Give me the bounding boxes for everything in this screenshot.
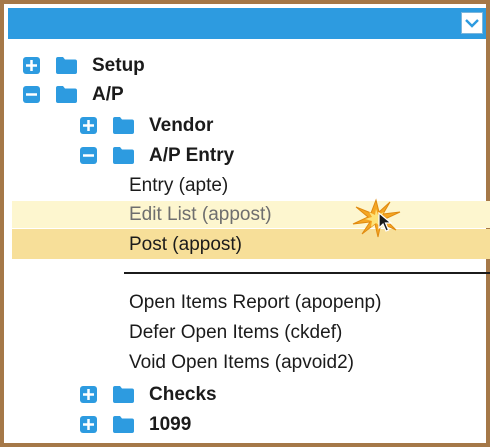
- folder-icon: [56, 86, 77, 103]
- click-burst-icon: [352, 198, 401, 238]
- chevron-down-icon: [465, 19, 479, 28]
- menu-item-defer-open-items[interactable]: Defer Open Items (ckdef): [129, 318, 342, 347]
- tree-node-label: Setup: [92, 54, 145, 76]
- expand-plus-icon[interactable]: [23, 57, 40, 74]
- folder-icon: [113, 416, 134, 433]
- menu-header-bar: [8, 8, 486, 39]
- menu-item-label: Void Open Items (apvoid2): [129, 351, 354, 373]
- menu-item-label: Edit List (appost): [129, 203, 272, 225]
- menu-item-void-open-items[interactable]: Void Open Items (apvoid2): [129, 348, 354, 377]
- tree-node-ap-entry[interactable]: A/P Entry: [80, 141, 234, 170]
- expand-plus-icon[interactable]: [80, 416, 97, 433]
- tree-node-1099[interactable]: 1099: [80, 410, 191, 439]
- menu-item-edit-list[interactable]: Edit List (appost): [129, 200, 272, 229]
- tree-node-label: A/P Entry: [149, 144, 235, 166]
- collapse-minus-icon[interactable]: [80, 147, 97, 164]
- menu-item-label: Defer Open Items (ckdef): [129, 321, 343, 343]
- collapse-minus-icon[interactable]: [23, 86, 40, 103]
- expand-plus-icon[interactable]: [80, 386, 97, 403]
- menu-item-label: Entry (apte): [129, 174, 229, 196]
- menu-item-label: Open Items Report (apopenp): [129, 291, 382, 313]
- menu-item-post[interactable]: Post (appost): [129, 230, 242, 259]
- menu-item-entry[interactable]: Entry (apte): [129, 171, 228, 200]
- mouse-pointer-icon: [378, 212, 392, 232]
- menu-separator: [124, 272, 490, 274]
- folder-icon: [113, 117, 134, 134]
- tree-node-vendor[interactable]: Vendor: [80, 111, 213, 140]
- tree-node-label: 1099: [149, 413, 192, 435]
- menu-dropdown-button[interactable]: [461, 12, 483, 34]
- tree-node-setup[interactable]: Setup: [23, 51, 145, 80]
- tree-node-label: Vendor: [149, 114, 214, 136]
- selected-highlight: [12, 229, 490, 259]
- tree-node-checks[interactable]: Checks: [80, 380, 217, 409]
- folder-icon: [113, 386, 134, 403]
- expand-plus-icon[interactable]: [80, 117, 97, 134]
- tree-node-ap[interactable]: A/P: [23, 80, 124, 109]
- folder-icon: [113, 147, 134, 164]
- tree-node-label: A/P: [92, 83, 124, 105]
- menu-item-open-items-report[interactable]: Open Items Report (apopenp): [129, 288, 381, 317]
- tree-node-label: Checks: [149, 383, 217, 405]
- folder-icon: [56, 57, 77, 74]
- menu-item-label: Post (appost): [129, 233, 242, 255]
